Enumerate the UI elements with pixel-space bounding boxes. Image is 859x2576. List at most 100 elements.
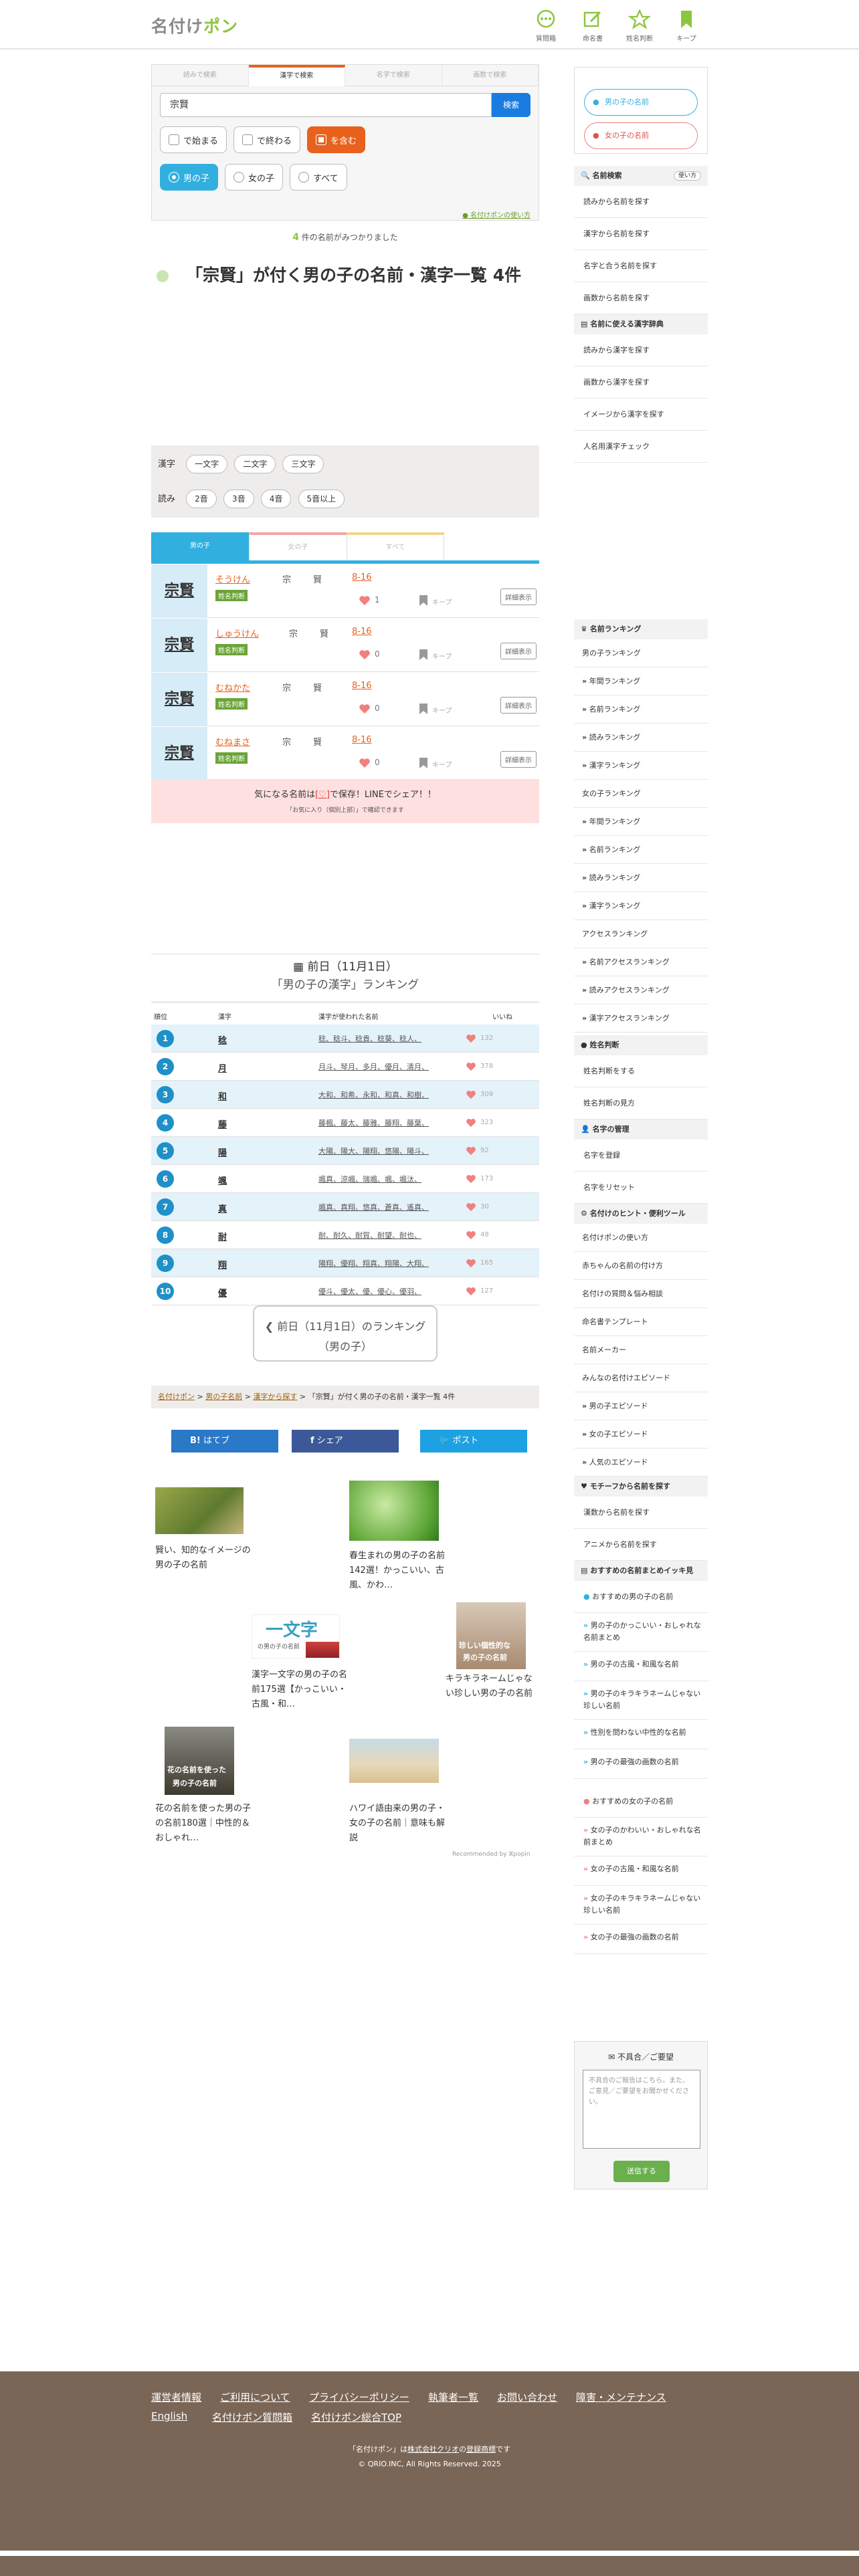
bookmark-icon[interactable] — [419, 595, 428, 606]
share-hatena-button[interactable]: B! はてブ — [171, 1430, 278, 1453]
share-x-button[interactable]: 🐦 ポスト — [420, 1430, 527, 1453]
footer-link[interactable]: 執筆者一覧 — [428, 2390, 478, 2404]
rank-kanji-link[interactable]: 陽 — [218, 1146, 227, 1158]
footer-link[interactable]: 障害・メンテナンス — [576, 2390, 666, 2404]
nav-naming-doc[interactable]: 命名書 — [573, 9, 613, 43]
sidebar-item[interactable]: » 男の子のかっこいい・おしゃれな名前まとめ — [574, 1613, 708, 1652]
heart-icon[interactable] — [359, 758, 371, 768]
keep-label[interactable]: キープ — [432, 759, 452, 769]
rec-image-hawaii[interactable] — [349, 1739, 439, 1783]
bookmark-icon[interactable] — [419, 758, 428, 768]
prev-ranking-button[interactable]: ❮ 前日（11月1日）のランキング （男の子） — [253, 1305, 438, 1362]
breadcrumb-home[interactable]: 名付けポン — [158, 1392, 195, 1401]
filter-2-sound[interactable]: 2音 — [186, 490, 217, 508]
report-textarea[interactable]: 不具合のご報告はこちら。また、ご意見／ご要望をお聞かせください。 — [583, 2070, 700, 2149]
name-judge-badge[interactable]: 姓名判断 — [215, 752, 248, 764]
sidebar-item[interactable]: » 性別を問わない中性的な名前 — [574, 1720, 708, 1749]
sidebar-item[interactable]: » 女の子の最強の画数の名前 — [574, 1925, 708, 1954]
rec-title[interactable]: 賢い、知的なイメージの男の子の名前 — [155, 1543, 256, 1573]
sidebar-item[interactable]: 名字と合う名前を探す — [574, 250, 708, 282]
rec-image-flower[interactable]: 花の名前を使った 男の子の名前 — [165, 1727, 234, 1795]
sidebar-item[interactable]: » 名前アクセスランキング — [574, 948, 708, 976]
rank-kanji-link[interactable]: 颯 — [218, 1174, 227, 1186]
sidebar-item[interactable]: 女の子ランキング — [574, 780, 708, 808]
rec-title[interactable]: 花の名前を使った男の子の名前180選｜中性的＆おしゃれ… — [155, 1802, 256, 1846]
nav-name-judge[interactable]: 姓名判断 — [619, 9, 660, 43]
sidebar-item[interactable]: 男の子ランキング — [574, 639, 708, 667]
trademark-link[interactable]: 登録商標 — [466, 2445, 496, 2454]
sidebar-girl-button[interactable]: ● 女の子の名前 — [584, 122, 698, 149]
name-kanji-link[interactable]: 宗賢 — [151, 673, 207, 726]
detail-button[interactable]: 詳細表示 — [500, 751, 537, 768]
breadcrumb-boy-names[interactable]: 男の子名前 — [205, 1392, 242, 1401]
share-facebook-button[interactable]: f シェア — [292, 1430, 399, 1453]
rec-image-one-char[interactable]: 一文字 の男の子の名前 — [252, 1614, 340, 1658]
footer-link[interactable]: 運営者情報 — [151, 2390, 201, 2404]
rank-names-link[interactable]: 大陽、陽大、陽翔、悠陽、陽斗、 — [318, 1146, 429, 1156]
name-judge-badge[interactable]: 姓名判断 — [215, 698, 248, 710]
rank-names-link[interactable]: 藤楓、藤太、藤雅、藤翔、藤葉、 — [318, 1117, 429, 1128]
sidebar-item[interactable]: 漢数から名前を探す — [574, 1497, 708, 1529]
tab-gender-all[interactable]: すべて — [347, 532, 444, 560]
sidebar-item[interactable]: » 男の子の最強の画数の名前 — [574, 1749, 708, 1779]
footer-link[interactable]: お問い合わせ — [497, 2390, 557, 2404]
rank-names-link[interactable]: 大和、和希、永和、和真、和樹、 — [318, 1089, 429, 1100]
tab-gender-boy[interactable]: 男の子 — [151, 532, 249, 560]
sidebar-item[interactable]: » 女の子エピソード — [574, 1420, 708, 1448]
tab-search-strokes[interactable]: 画数で検索 — [442, 65, 539, 86]
name-judge-badge[interactable]: 姓名判断 — [215, 644, 248, 655]
stroke-count-link[interactable]: 8-16 — [352, 572, 372, 582]
match-ends-with[interactable]: で終わる — [233, 126, 301, 153]
rank-kanji-link[interactable]: 優 — [218, 1286, 227, 1299]
nav-question-box[interactable]: 質問箱 — [526, 9, 566, 43]
rec-title[interactable]: 漢字一文字の男の子の名前175選【かっこいい・古風・和… — [252, 1668, 352, 1712]
rank-kanji-link[interactable]: 真 — [218, 1202, 227, 1214]
filter-4-sound[interactable]: 4音 — [260, 490, 292, 508]
rec-title[interactable]: ハワイ語由来の男の子・女の子の名前｜意味も解説 — [349, 1802, 450, 1846]
name-kanji-link[interactable]: 宗賢 — [151, 727, 207, 780]
sidebar-item[interactable]: 名字をリセット — [574, 1172, 708, 1204]
sidebar-item[interactable]: » 男の子エピソード — [574, 1392, 708, 1420]
breadcrumb-kanji-search[interactable]: 漢字から探す — [253, 1392, 297, 1401]
detail-button[interactable]: 詳細表示 — [500, 643, 537, 659]
rank-kanji-link[interactable]: 翔 — [218, 1258, 227, 1271]
sidebar-item[interactable]: » 漢字ランキング — [574, 892, 708, 920]
rank-names-link[interactable]: 颯真、真翔、悠真、蒼真、遙真、 — [318, 1202, 429, 1212]
report-submit-button[interactable]: 送信する — [613, 2161, 670, 2182]
sidebar-item[interactable]: » 読みアクセスランキング — [574, 976, 708, 1004]
sidebar-item[interactable]: 姓名判断の見方 — [574, 1087, 708, 1119]
sidebar-item[interactable]: » 人気のエピソード — [574, 1448, 708, 1477]
sidebar-item[interactable]: » 男の子のキラキラネームじゃない珍しい名前 — [574, 1681, 708, 1720]
name-yomi-link[interactable]: そうけん — [215, 572, 250, 585]
sidebar-item[interactable]: 画数から名前を探す — [574, 282, 708, 314]
company-link[interactable]: 株式会社クリオ — [407, 2445, 459, 2454]
sidebar-item[interactable]: » 名前ランキング — [574, 695, 708, 724]
howto-link[interactable]: ● 名付けポンの使い方 — [462, 209, 531, 219]
rank-names-link[interactable]: 陽翔、優翔、翔真、翔陽、大翔、 — [318, 1258, 429, 1269]
heart-icon[interactable] — [359, 704, 371, 714]
sidebar-boy-button[interactable]: ● 男の子の名前 — [584, 89, 698, 116]
rank-names-link[interactable]: 優斗、優太、優、優心、優羽、 — [318, 1286, 421, 1297]
sidebar-item[interactable]: 画数から漢字を探す — [574, 366, 708, 399]
footer-link[interactable]: English — [151, 2410, 187, 2422]
detail-button[interactable]: 詳細表示 — [500, 588, 537, 605]
filter-one-char[interactable]: 一文字 — [186, 455, 228, 473]
rank-kanji-link[interactable]: 和 — [218, 1089, 227, 1102]
rank-names-link[interactable]: 稔、稔斗、稔貴、稔葵、稔人、 — [318, 1033, 421, 1044]
footer-link[interactable]: 名付けポン総合TOP — [311, 2410, 401, 2424]
filter-three-char[interactable]: 三文字 — [282, 455, 324, 473]
search-input[interactable]: 宗賢 — [160, 93, 492, 117]
sidebar-item[interactable]: 読みから名前を探す — [574, 186, 708, 218]
name-yomi-link[interactable]: しゅうけん — [215, 627, 259, 639]
sidebar-item[interactable]: » 漢字アクセスランキング — [574, 1004, 708, 1033]
rec-image-boy[interactable] — [155, 1487, 244, 1534]
rank-kanji-link[interactable]: 月 — [218, 1061, 227, 1074]
sidebar-item[interactable]: 読みから漢字を探す — [574, 334, 708, 366]
filter-two-char[interactable]: 二文字 — [234, 455, 276, 473]
rank-kanji-link[interactable]: 藤 — [218, 1117, 227, 1130]
sidebar-item[interactable]: » 年間ランキング — [574, 808, 708, 836]
sidebar-item[interactable]: » 読みランキング — [574, 724, 708, 752]
rank-kanji-link[interactable]: 稔 — [218, 1033, 227, 1046]
sidebar-item[interactable]: 名字を登録 — [574, 1140, 708, 1172]
filter-3-sound[interactable]: 3音 — [223, 490, 254, 508]
